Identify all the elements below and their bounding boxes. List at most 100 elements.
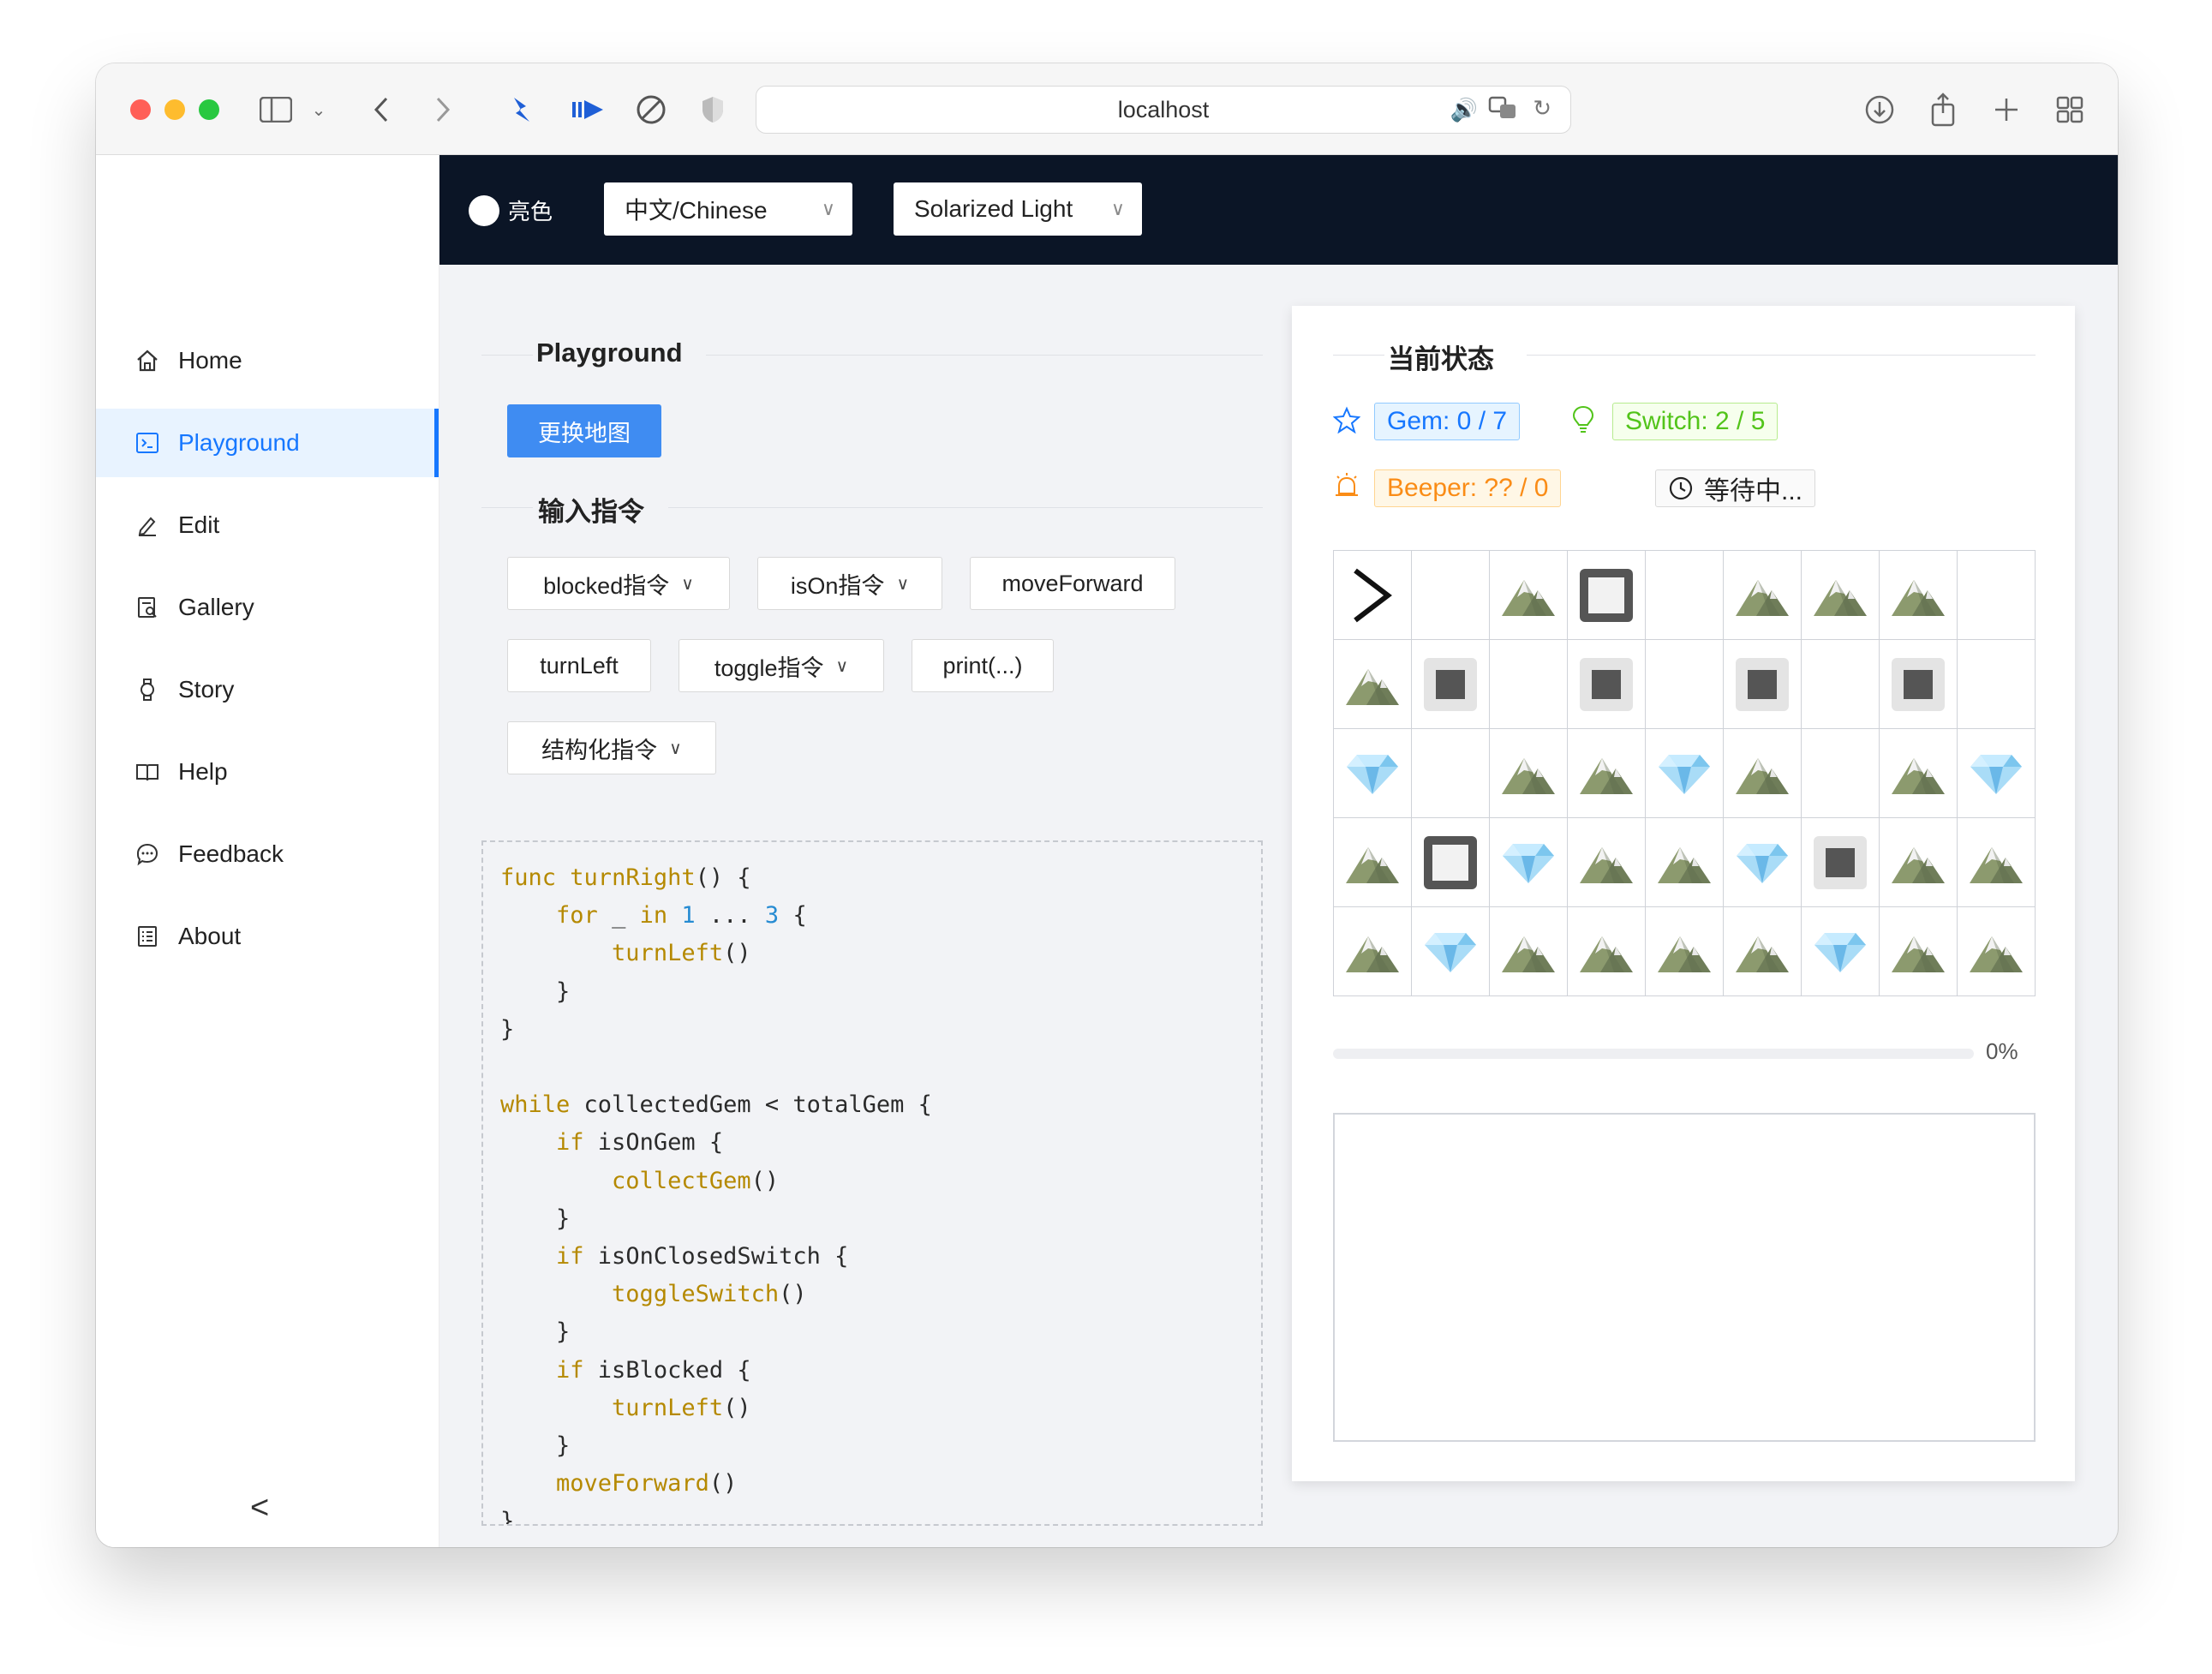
- gem-icon: [1969, 750, 2024, 798]
- mountain-icon: [1576, 750, 1636, 798]
- grid-cell: [1724, 907, 1802, 996]
- bulb-icon: [1571, 404, 1595, 438]
- toggle-command-dropdown[interactable]: toggle指令 ∨: [679, 639, 884, 692]
- grid-cell: [1568, 907, 1646, 996]
- mountain-icon: [1888, 571, 1948, 619]
- grid-cell: [1880, 729, 1958, 818]
- extension-icon[interactable]: [505, 89, 540, 130]
- download-icon[interactable]: [1862, 89, 1897, 130]
- terminal-icon: [134, 429, 161, 457]
- blocked-command-dropdown[interactable]: blocked指令 ∨: [507, 557, 730, 610]
- tab-overview-icon[interactable]: [2053, 89, 2087, 130]
- grid-cell: [1334, 640, 1412, 729]
- theme-toggle[interactable]: 亮色: [469, 194, 553, 226]
- mountain-icon: [1498, 928, 1558, 976]
- structured-command-dropdown[interactable]: 结构化指令 ∨: [507, 721, 716, 774]
- turn-left-button[interactable]: turnLeft: [507, 639, 651, 692]
- grid-cell: [1646, 729, 1724, 818]
- chevron-down-icon: ∨: [669, 738, 682, 758]
- sidebar: Home Playground Edit Gallery Story Help …: [96, 155, 439, 1547]
- sidebar-item-help[interactable]: Help: [96, 738, 439, 806]
- output-console[interactable]: [1333, 1113, 2036, 1442]
- sidebar-item-feedback[interactable]: Feedback: [96, 820, 439, 888]
- world-grid: [1333, 550, 2036, 996]
- new-tab-icon[interactable]: [1989, 89, 2024, 130]
- change-map-button[interactable]: 更换地图: [507, 404, 661, 457]
- mountain-icon: [1888, 928, 1948, 976]
- divider: [706, 355, 1263, 356]
- theme-select[interactable]: Solarized Light ∨: [894, 182, 1142, 236]
- mountain-icon: [1966, 928, 2026, 976]
- grid-cell: [1490, 640, 1568, 729]
- grid-cell: [1334, 818, 1412, 907]
- sidebar-item-about[interactable]: About: [96, 902, 439, 971]
- code-text[interactable]: func turnRight() { for _ in 1 ... 3 { tu…: [483, 842, 1261, 1524]
- chevron-down-icon: ∨: [1110, 198, 1125, 219]
- grid-cell: [1958, 551, 2036, 640]
- grid-cell: [1724, 640, 1802, 729]
- block-icon[interactable]: [634, 89, 668, 130]
- sidebar-item-label: Gallery: [178, 594, 254, 620]
- media-icon[interactable]: [569, 89, 607, 130]
- share-icon[interactable]: [1926, 89, 1960, 130]
- zoom-window-button[interactable]: [199, 99, 219, 120]
- mountain-icon: [1576, 928, 1636, 976]
- theme-toggle-label: 亮色: [508, 199, 553, 224]
- top-header: 亮色 中文/Chinese ∨ Solarized Light ∨: [439, 155, 2118, 265]
- sidebar-item-edit[interactable]: Edit: [96, 491, 439, 559]
- mountain-icon: [1576, 839, 1636, 887]
- browser-toolbar: ⌄ localhost 🔊 ↻: [96, 63, 2118, 155]
- grid-cell: [1568, 640, 1646, 729]
- translate-icon[interactable]: [1488, 95, 1517, 127]
- grid-cell: [1724, 818, 1802, 907]
- grid-cell: [1412, 907, 1490, 996]
- mountain-icon: [1732, 571, 1792, 619]
- grid-cell: [1802, 907, 1880, 996]
- grid-cell: [1490, 729, 1568, 818]
- sidebar-item-home[interactable]: Home: [96, 326, 439, 395]
- about-icon: [134, 923, 161, 950]
- grid-cell: [1646, 818, 1724, 907]
- sidebar-item-gallery[interactable]: Gallery: [96, 573, 439, 642]
- chevron-down-icon: ∨: [835, 656, 849, 676]
- address-bar[interactable]: localhost 🔊 ↻: [756, 86, 1571, 134]
- grid-cell: [1958, 729, 2036, 818]
- progress-label: 0%: [1986, 1038, 2018, 1064]
- chevron-down-icon: ∨: [681, 574, 694, 594]
- mountain-icon: [1888, 839, 1948, 887]
- grid-cell: [1646, 907, 1724, 996]
- speaker-icon[interactable]: 🔊: [1450, 97, 1478, 123]
- state-title: 当前状态: [1388, 344, 1494, 374]
- beeper-counter: Beeper: ?? / 0: [1374, 469, 1562, 507]
- grid-cell: [1334, 907, 1412, 996]
- mountain-icon: [1654, 839, 1714, 887]
- ison-command-dropdown[interactable]: isOn指令 ∨: [757, 557, 942, 610]
- grid-cell: [1334, 729, 1412, 818]
- reload-icon[interactable]: ↻: [1533, 95, 1551, 122]
- back-icon[interactable]: [368, 89, 394, 130]
- collapse-sidebar-button[interactable]: <: [250, 1490, 269, 1527]
- sidebar-item-story[interactable]: Story: [96, 655, 439, 724]
- minimize-window-button[interactable]: [164, 99, 185, 120]
- shield-icon[interactable]: [697, 89, 728, 130]
- gem-icon: [1423, 928, 1478, 976]
- alarm-icon: [1333, 471, 1360, 503]
- sidebar-item-playground[interactable]: Playground: [96, 409, 439, 477]
- url-text: localhost: [1117, 96, 1210, 123]
- move-forward-button[interactable]: moveForward: [970, 557, 1175, 610]
- sidebar-toggle-icon[interactable]: [259, 89, 293, 130]
- forward-icon[interactable]: [430, 89, 456, 130]
- print-button[interactable]: print(...): [912, 639, 1054, 692]
- divider: [481, 507, 533, 508]
- player-arrow-icon: [1350, 565, 1395, 625]
- close-window-button[interactable]: [130, 99, 151, 120]
- chevron-down-icon[interactable]: ⌄: [310, 89, 327, 130]
- grid-cell: [1412, 818, 1490, 907]
- grid-cell: [1880, 640, 1958, 729]
- code-editor[interactable]: func turnRight() { for _ in 1 ... 3 { tu…: [481, 840, 1263, 1526]
- mountain-icon: [1732, 928, 1792, 976]
- language-select[interactable]: 中文/Chinese ∨: [604, 182, 852, 236]
- mountain-icon: [1810, 571, 1870, 619]
- grid-cell: [1958, 907, 2036, 996]
- clock-icon: [1668, 475, 1694, 501]
